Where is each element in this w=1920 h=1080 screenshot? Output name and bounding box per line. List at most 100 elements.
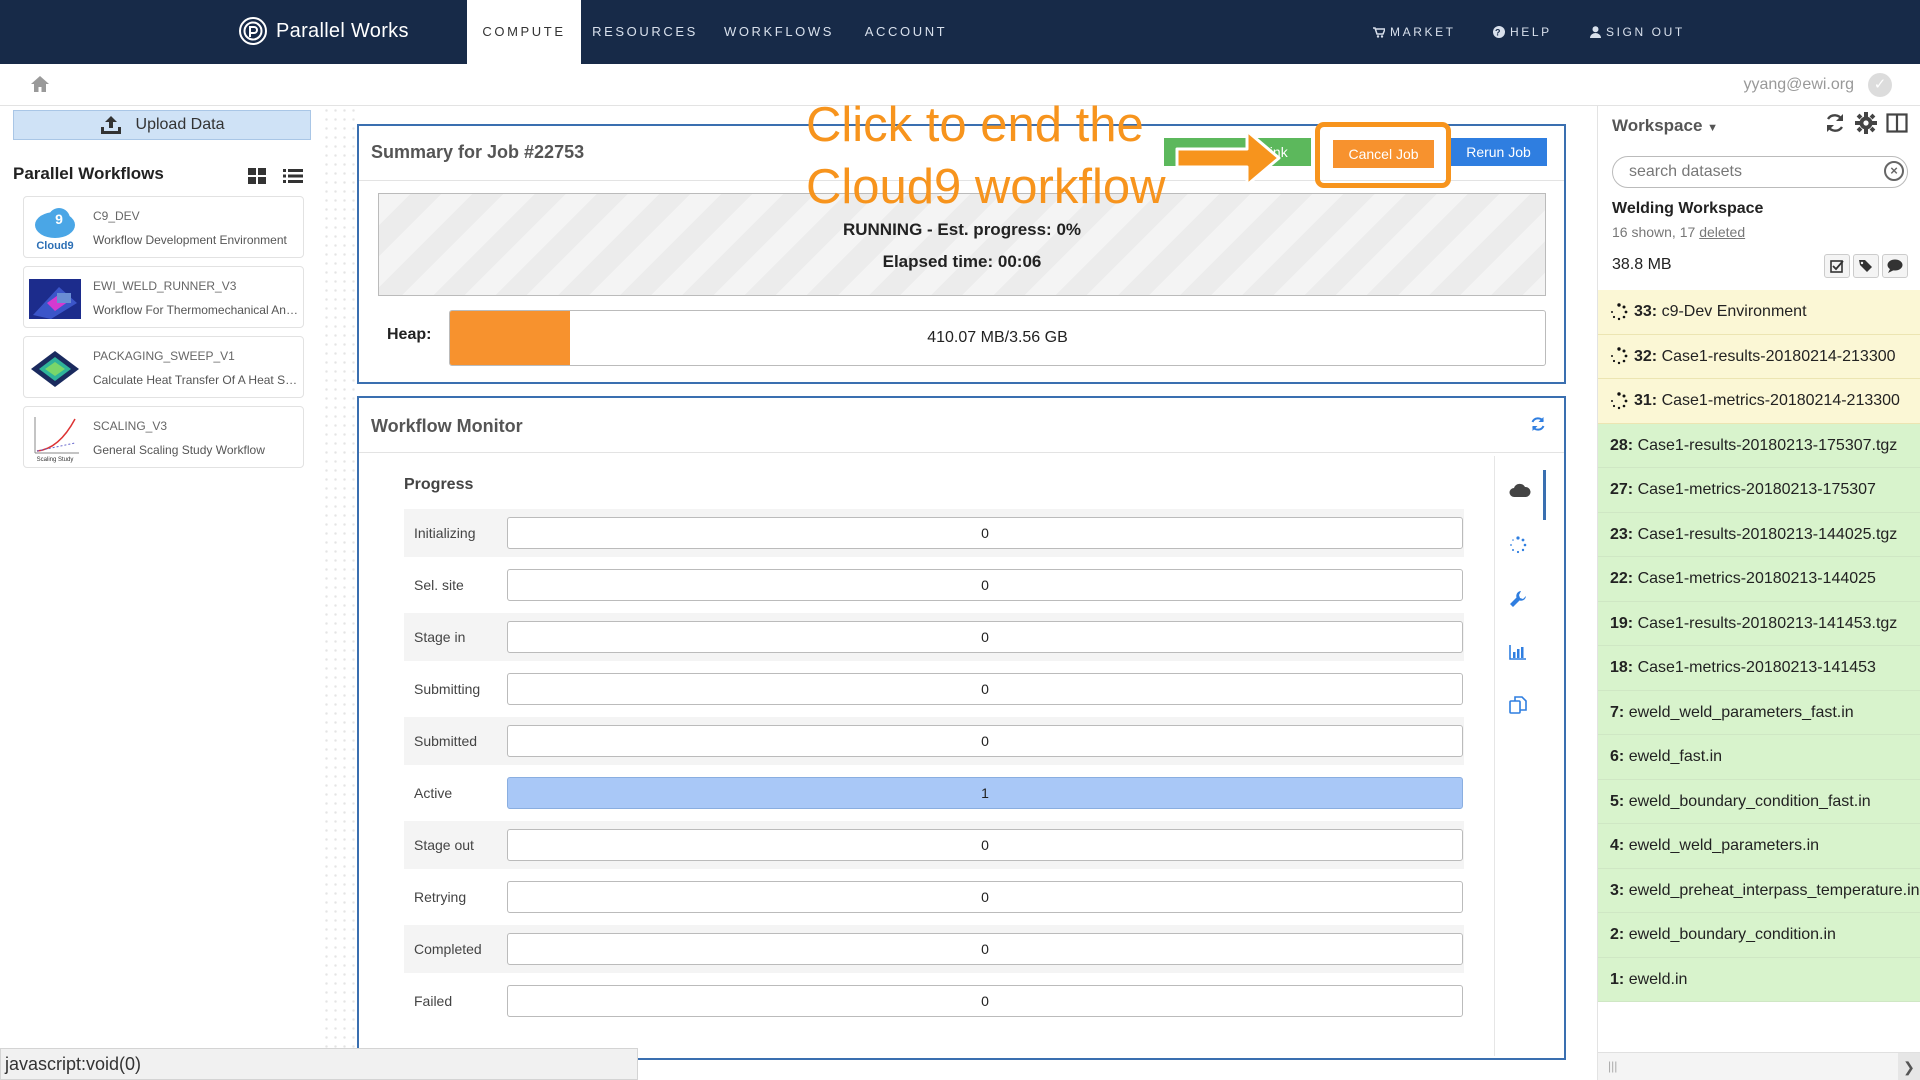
tab-resources[interactable]: RESOURCES	[590, 0, 700, 64]
rerun-job-button[interactable]: Rerun Job	[1450, 138, 1547, 166]
dataset-item[interactable]: 5: eweld_boundary_condition_fast.in	[1598, 779, 1920, 824]
workflow-card-ewi-weld-runner[interactable]: EWI_WELD_RUNNER_V3 Workflow For Thermome…	[23, 266, 304, 328]
elapsed-time-text: Elapsed time: 00:06	[882, 252, 1042, 271]
list-view-icon[interactable]	[283, 168, 303, 184]
heap-usage-text: 410.07 MB/3.56 GB	[927, 329, 1068, 346]
clear-search-icon[interactable]: ×	[1884, 161, 1904, 181]
market-link[interactable]: MARKET	[1373, 0, 1456, 64]
deleted-link[interactable]: deleted	[1699, 224, 1745, 240]
tab-account[interactable]: ACCOUNT	[860, 0, 952, 64]
monitor-side-tabs	[1494, 456, 1546, 1056]
columns-icon[interactable]	[1886, 112, 1908, 134]
dataset-item[interactable]: 32: Case1-results-20180214-213300	[1598, 334, 1920, 379]
sign-out-link[interactable]: SIGN OUT	[1590, 0, 1685, 64]
dataset-item[interactable]: 28: Case1-results-20180213-175307.tgz	[1598, 423, 1920, 468]
progress-row-failed: Failed 0	[404, 977, 1464, 1025]
dataset-item[interactable]: 1: eweld.in	[1598, 957, 1920, 1002]
dataset-item[interactable]: 27: Case1-metrics-20180213-175307	[1598, 468, 1920, 513]
workflow-card-scaling[interactable]: Scaling Study SCALING_V3 General Scaling…	[23, 406, 304, 468]
annotation-line-2: Cloud9 workflow	[806, 160, 1166, 214]
sync-icon[interactable]	[1824, 112, 1846, 134]
progress-row-retrying: Retrying 0	[404, 873, 1464, 921]
tags-button[interactable]	[1853, 254, 1879, 278]
tags-icon	[1859, 260, 1872, 272]
help-link[interactable]: ? HELP	[1493, 0, 1552, 64]
dataset-id: 2:	[1610, 926, 1625, 943]
dataset-item[interactable]: 4: eweld_weld_parameters.in	[1598, 824, 1920, 869]
select-all-button[interactable]	[1824, 254, 1850, 278]
gear-icon[interactable]	[1855, 112, 1877, 134]
copy-icon[interactable]	[1509, 696, 1527, 714]
progress-bar: 0	[507, 517, 1463, 549]
brand-logo[interactable]: Parallel Works	[238, 16, 409, 46]
job-status-text: RUNNING - Est. progress: 0%	[842, 220, 1082, 239]
progress-bar: 1	[507, 777, 1463, 809]
progress-label: Submitted	[414, 733, 478, 749]
dataset-name: c9-Dev Environment	[1661, 303, 1807, 320]
progress-bar: 0	[507, 933, 1463, 965]
workspace-dropdown[interactable]: Workspace ▼	[1612, 116, 1718, 136]
job-summary-title: Summary for Job #22753	[371, 142, 585, 162]
browser-status-bar: javascript:void(0)	[0, 1048, 638, 1080]
dataset-item[interactable]: 7: eweld_weld_parameters_fast.in	[1598, 690, 1920, 735]
workflow-description: Workflow For Thermomechanical Analysis	[93, 303, 299, 317]
progress-label: Sel. site	[414, 577, 464, 593]
dataset-id: 4:	[1610, 837, 1625, 854]
tab-compute[interactable]: COMPUTE	[467, 0, 581, 64]
workflow-name: EWI_WELD_RUNNER_V3	[93, 279, 237, 293]
comments-button[interactable]	[1882, 254, 1908, 278]
dataset-item[interactable]: 22: Case1-metrics-20180213-144025	[1598, 557, 1920, 602]
dataset-item[interactable]: 18: Case1-metrics-20180213-141453	[1598, 646, 1920, 691]
market-label: MARKET	[1390, 25, 1456, 39]
upload-data-label: Upload Data	[135, 116, 225, 133]
progress-bar: 0	[507, 673, 1463, 705]
dataset-item[interactable]: 2: eweld_boundary_condition.in	[1598, 913, 1920, 958]
spinner-icon	[1611, 347, 1628, 365]
dataset-id: 3:	[1610, 881, 1625, 899]
dataset-name: eweld.in	[1628, 970, 1688, 988]
progress-row-stage-in: Stage in 0	[404, 613, 1464, 661]
workspace-horizontal-scrollbar[interactable]: ||| ❯	[1598, 1052, 1920, 1080]
grid-view-icon[interactable]	[248, 168, 266, 184]
bar-chart-icon[interactable]	[1509, 644, 1527, 660]
dataset-name: eweld_fast.in	[1628, 748, 1723, 765]
cloud-icon[interactable]	[1509, 482, 1531, 498]
brand-name: Parallel Works	[276, 19, 409, 42]
workflow-card-packaging-sweep[interactable]: PACKAGING_SWEEP_V1 Calculate Heat Transf…	[23, 336, 304, 398]
progress-bar: 0	[507, 985, 1463, 1017]
svg-text:9: 9	[55, 211, 63, 227]
upload-data-button[interactable]: Upload Data	[13, 110, 311, 140]
weld-simulation-thumbnail-icon	[29, 279, 81, 319]
dataset-item[interactable]: 6: eweld_fast.in	[1598, 735, 1920, 780]
wrench-icon[interactable]	[1509, 590, 1527, 608]
spinner-icon[interactable]	[1509, 536, 1527, 554]
svg-text:?: ?	[1495, 28, 1503, 38]
user-email[interactable]: yyang@ewi.org	[1743, 76, 1854, 94]
dataset-item[interactable]: 33: c9-Dev Environment	[1598, 290, 1920, 335]
left-sidebar: Upload Data Parallel Workflows 9 Cloud9 …	[0, 106, 322, 1080]
dataset-id: 27:	[1610, 481, 1634, 498]
dataset-name: Case1-metrics-20180213-141453	[1637, 659, 1876, 676]
dataset-id: 32:	[1634, 347, 1658, 365]
dataset-list: 33: c9-Dev Environment 32: Case1-results-…	[1598, 290, 1920, 1002]
progress-label: Stage in	[414, 629, 466, 645]
home-icon[interactable]	[30, 74, 50, 94]
workspace-actions	[1824, 254, 1908, 278]
refresh-icon[interactable]	[1530, 416, 1546, 432]
progress-label: Initializing	[414, 525, 476, 541]
annotation-arrow-icon	[1175, 129, 1281, 187]
cloud9-logo-icon: 9 Cloud9	[35, 208, 75, 252]
cancel-job-highlight-box	[1315, 122, 1451, 188]
monitor-header: Workflow Monitor	[359, 398, 1564, 453]
workflow-card-c9-dev[interactable]: 9 Cloud9 C9_DEV Workflow Development Env…	[23, 196, 304, 258]
search-datasets-input[interactable]: search datasets	[1612, 156, 1908, 188]
tab-workflows[interactable]: WORKFLOWS	[720, 0, 838, 64]
progress-label: Submitting	[414, 681, 481, 697]
dataset-item[interactable]: 19: Case1-results-20180213-141453.tgz	[1598, 601, 1920, 646]
shown-count-text: 16 shown, 17	[1612, 224, 1696, 240]
scroll-right-arrow-icon[interactable]: ❯	[1898, 1053, 1920, 1080]
dataset-item[interactable]: 3: eweld_preheat_interpass_temperature.i…	[1598, 868, 1920, 913]
dataset-item[interactable]: 31: Case1-metrics-20180214-213300	[1598, 379, 1920, 424]
dataset-item[interactable]: 23: Case1-results-20180213-144025.tgz	[1598, 512, 1920, 557]
heap-label: Heap:	[387, 326, 432, 343]
